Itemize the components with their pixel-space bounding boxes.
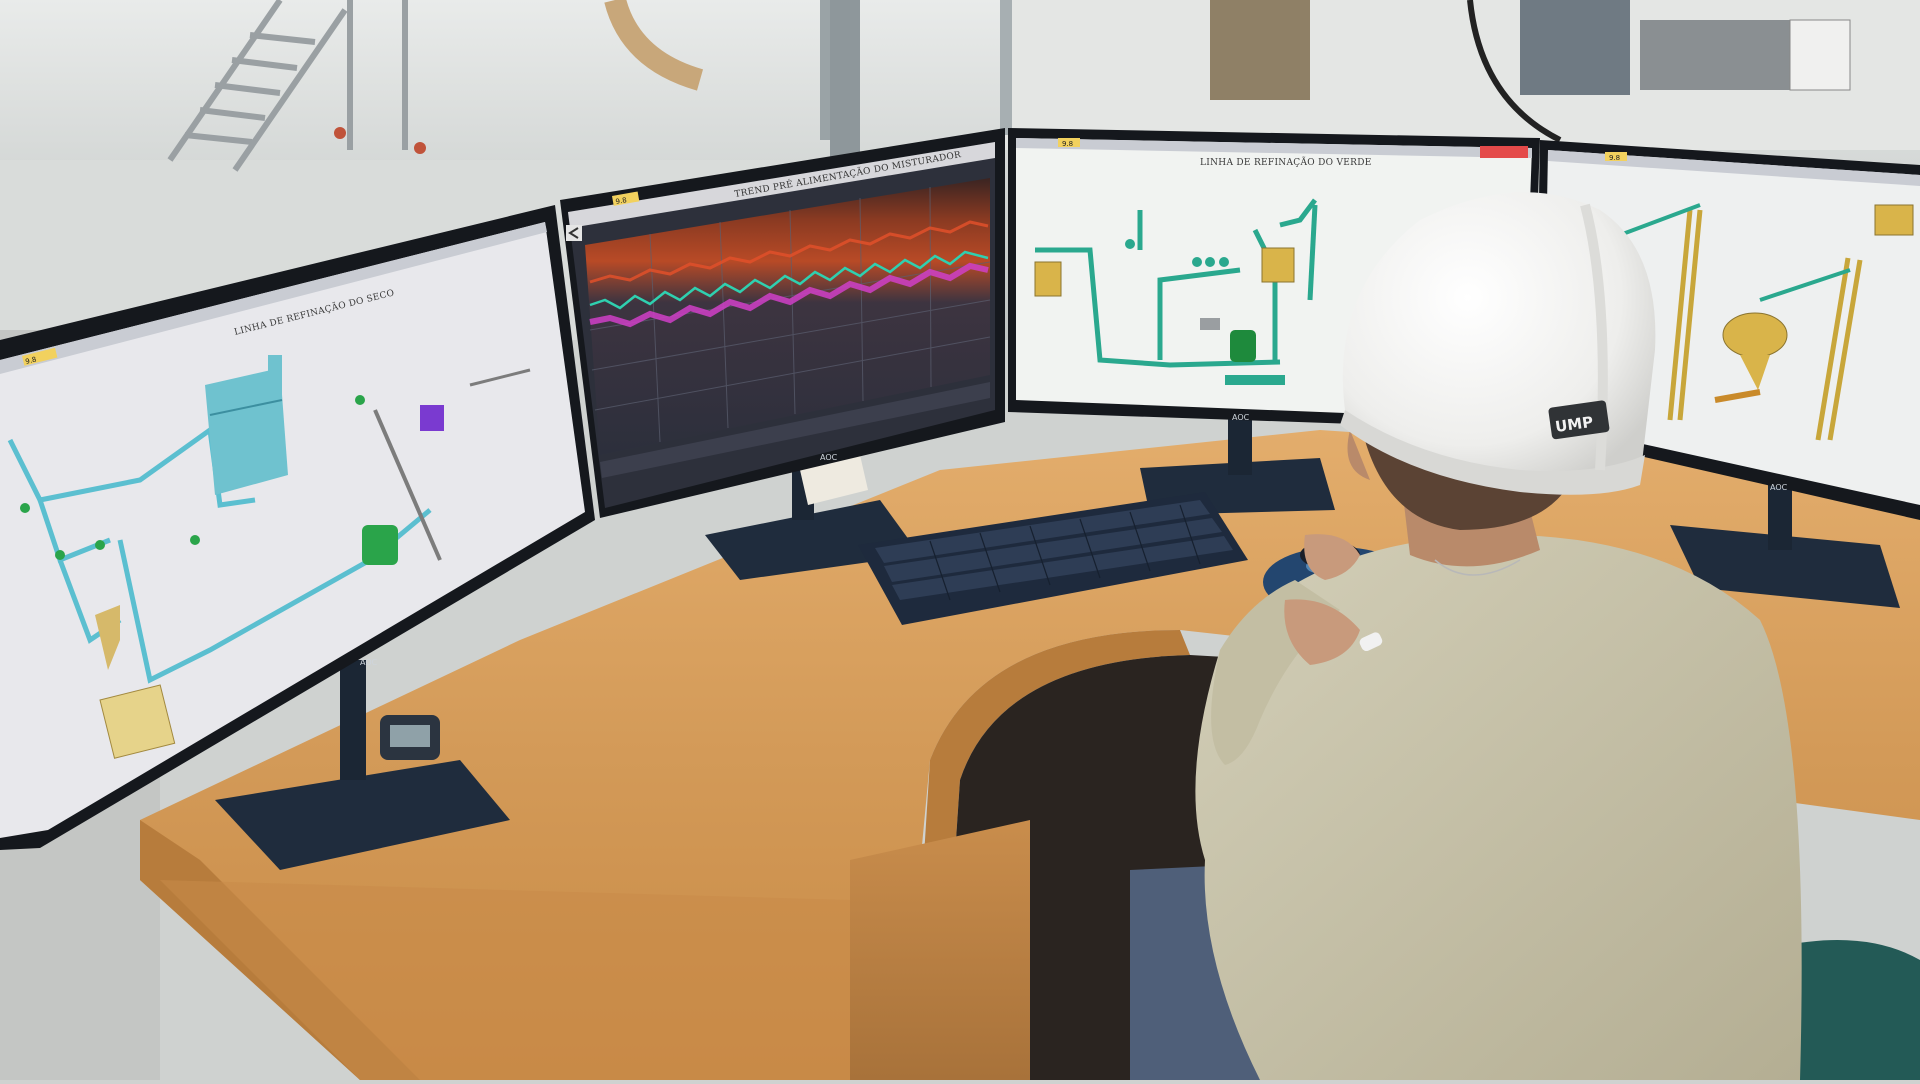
- alarm-indicator[interactable]: [1480, 146, 1528, 158]
- tank: [1034, 261, 1062, 297]
- purple-unit: [420, 405, 444, 431]
- brand-logo: AOC: [820, 453, 838, 462]
- reactor: [1230, 330, 1256, 362]
- vessel: [1722, 312, 1788, 358]
- control-room-scene: 9.8 LINHA DE REFINAÇÃO DO SECO AOC 9.8 T…: [0, 0, 1920, 1080]
- brand-logo: AOC: [360, 658, 378, 667]
- mixer: [362, 525, 398, 565]
- tank: [1261, 247, 1295, 283]
- brand-logo: AOC: [1232, 413, 1250, 422]
- tab-label: 9.8: [1062, 140, 1073, 148]
- brand-logo: AOC: [1770, 483, 1788, 492]
- tab-label: 9.8: [1609, 154, 1620, 162]
- screen-title: LINHA DE REFINAÇÃO DO VERDE: [1200, 156, 1372, 168]
